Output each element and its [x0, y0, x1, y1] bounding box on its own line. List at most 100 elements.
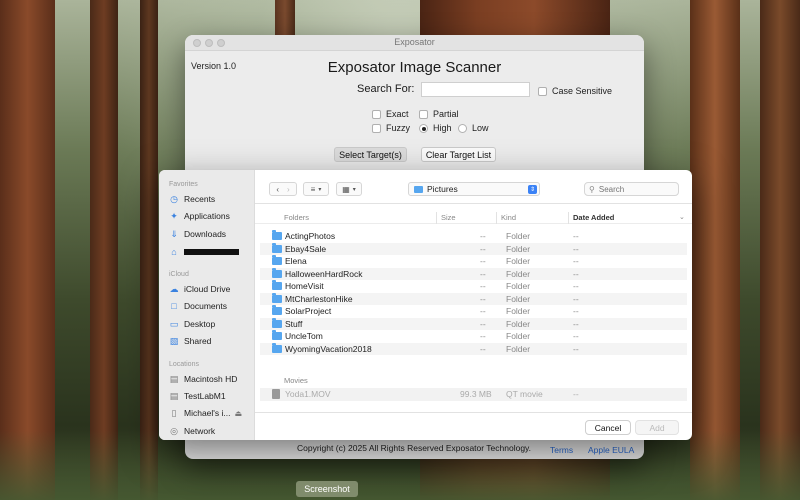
dialog-toolbar: ‹ › ≡ ▾ ▦ ▾ Pictures ⇕ ⚲ [255, 170, 692, 204]
sidebar-item-label: Recents [184, 194, 216, 204]
back-chevron-icon[interactable]: ‹ [276, 185, 279, 194]
folder-name: HomeVisit [285, 281, 324, 291]
add-button[interactable]: Add [635, 420, 679, 435]
folder-name: SolarProject [285, 306, 332, 316]
terms-link[interactable]: Terms [550, 445, 573, 455]
file-open-dialog: Favorites ◷ Recents ✦ Applications ⇓ Dow… [159, 170, 692, 440]
folder-icon [272, 255, 282, 265]
column-size[interactable]: Size [441, 213, 456, 222]
cloud-icon: ☁ [169, 284, 179, 294]
folder-size: -- [480, 331, 486, 341]
redacted-username [184, 249, 239, 255]
sidebar-item-recents[interactable]: ◷ Recents [169, 194, 253, 204]
column-separator[interactable] [436, 212, 437, 224]
folder-kind: Folder [506, 231, 531, 241]
list-view-button[interactable]: ≡ ▾ [303, 182, 329, 196]
desktop-icon: ▭ [169, 319, 179, 329]
folder-row[interactable]: UncleTom -- Folder -- [260, 330, 687, 343]
applications-icon: ✦ [170, 211, 178, 221]
search-icon: ⚲ [589, 184, 595, 194]
radio-button[interactable] [458, 123, 467, 133]
computer-icon: ▯ [171, 408, 177, 418]
list-view-icon: ≡ [310, 184, 316, 194]
sidebar-item-applications[interactable]: ✦ Applications [169, 211, 253, 221]
dialog-sidebar: Favorites ◷ Recents ✦ Applications ⇓ Dow… [159, 170, 255, 440]
title-bar[interactable]: Exposator [185, 35, 644, 51]
checkbox-box[interactable] [372, 123, 381, 133]
folder-row[interactable]: SolarProject -- Folder -- [260, 305, 687, 318]
select-targets-button[interactable]: Select Target(s) [334, 147, 407, 162]
dialog-search-input[interactable] [598, 184, 669, 194]
folder-row[interactable]: WyomingVacation2018 -- Folder -- [260, 342, 687, 355]
folder-row[interactable]: Elena -- Folder -- [260, 255, 687, 268]
sidebar-item-shared[interactable]: ▧ Shared [169, 336, 253, 346]
file-name: Yoda1.MOV [285, 389, 331, 399]
sidebar-item-macintosh-hd[interactable]: ▤ Macintosh HD [169, 374, 253, 384]
checkbox-box[interactable] [538, 86, 547, 96]
folder-name: UncleTom [285, 331, 323, 341]
sidebar-item-network[interactable]: ◎ Network [169, 426, 253, 436]
folder-kind: Folder [506, 281, 531, 291]
sidebar-item-testlabm1[interactable]: ▤ TestLabM1 [169, 391, 253, 401]
file-row-disabled: Yoda1.MOV 99.3 MB QT movie -- [260, 388, 687, 401]
column-folders[interactable]: Folders [284, 213, 309, 222]
tree-trunk [690, 0, 740, 500]
sidebar-item-home[interactable]: ⌂ [169, 247, 253, 257]
fuzzy-option[interactable]: Fuzzy [372, 123, 410, 133]
exact-option[interactable]: Exact [372, 109, 409, 119]
tree-trunk [0, 0, 55, 500]
folder-date: -- [573, 293, 579, 304]
back-forward-buttons[interactable]: ‹ › [269, 182, 297, 196]
folder-row[interactable]: Stuff -- Folder -- [260, 317, 687, 330]
folder-row[interactable]: HalloweenHardRock -- Folder -- [260, 267, 687, 280]
folder-row[interactable]: MtCharlestonHike -- Folder -- [260, 292, 687, 305]
search-input[interactable] [421, 82, 530, 97]
folder-size: -- [480, 318, 486, 329]
case-sensitive-checkbox[interactable]: Case Sensitive [538, 86, 612, 96]
sidebar-item-desktop[interactable]: ▭ Desktop [169, 319, 253, 329]
folder-row[interactable]: ActingPhotos -- Folder -- [260, 230, 687, 243]
cancel-button[interactable]: Cancel [585, 420, 631, 435]
checkbox-box[interactable] [372, 109, 381, 119]
column-header: Folders Size Kind Date Added ⌄ [255, 212, 692, 224]
folder-kind: Folder [506, 343, 531, 354]
folder-row[interactable]: HomeVisit -- Folder -- [260, 280, 687, 293]
sidebar-item-label: Downloads [184, 229, 227, 239]
column-separator[interactable] [496, 212, 497, 224]
movies-group-title: Movies [284, 376, 308, 385]
low-option[interactable]: Low [458, 123, 489, 133]
search-label: Search For: [357, 83, 415, 95]
sidebar-item-label: Michael's i... [184, 408, 231, 418]
sidebar-item-icloud-drive[interactable]: ☁ iCloud Drive [169, 284, 253, 294]
screenshot-thumbnail[interactable]: Screenshot [296, 481, 358, 497]
folder-name: Ebay4Sale [285, 243, 327, 254]
dialog-search-field[interactable]: ⚲ [584, 182, 679, 196]
column-kind[interactable]: Kind [501, 213, 516, 222]
sidebar-item-downloads[interactable]: ⇓ Downloads [169, 229, 253, 239]
sidebar-item-label: Shared [184, 336, 212, 346]
column-date-added[interactable]: Date Added [573, 213, 614, 222]
eula-link[interactable]: Apple EULA [588, 445, 634, 455]
group-by-button[interactable]: ▦ ▾ [336, 182, 362, 196]
radio-button-selected[interactable] [419, 123, 428, 133]
case-sensitive-label: Case Sensitive [552, 86, 613, 96]
folder-date: -- [573, 256, 579, 266]
folder-row[interactable]: Ebay4Sale -- Folder -- [260, 242, 687, 255]
column-separator[interactable] [568, 212, 569, 224]
grid-view-icon: ▦ [342, 184, 350, 194]
partial-option[interactable]: Partial [419, 109, 459, 119]
icloud-section-title: iCloud [169, 271, 189, 278]
globe-icon: ◎ [170, 426, 178, 436]
download-icon: ⇓ [170, 229, 178, 239]
file-date: -- [573, 389, 579, 399]
sidebar-item-michaels-computer[interactable]: ▯ Michael's i... ⏏ [169, 408, 253, 418]
location-popup[interactable]: Pictures ⇕ [408, 182, 540, 196]
sidebar-item-documents[interactable]: □ Documents [169, 301, 253, 311]
high-option[interactable]: High [419, 123, 452, 133]
clear-target-list-button[interactable]: Clear Target List [421, 147, 496, 162]
forward-chevron-icon[interactable]: › [287, 185, 290, 194]
folder-icon [272, 267, 282, 278]
location-label: Pictures [427, 184, 458, 194]
eject-icon[interactable]: ⏏ [235, 409, 243, 418]
checkbox-box[interactable] [419, 109, 428, 119]
